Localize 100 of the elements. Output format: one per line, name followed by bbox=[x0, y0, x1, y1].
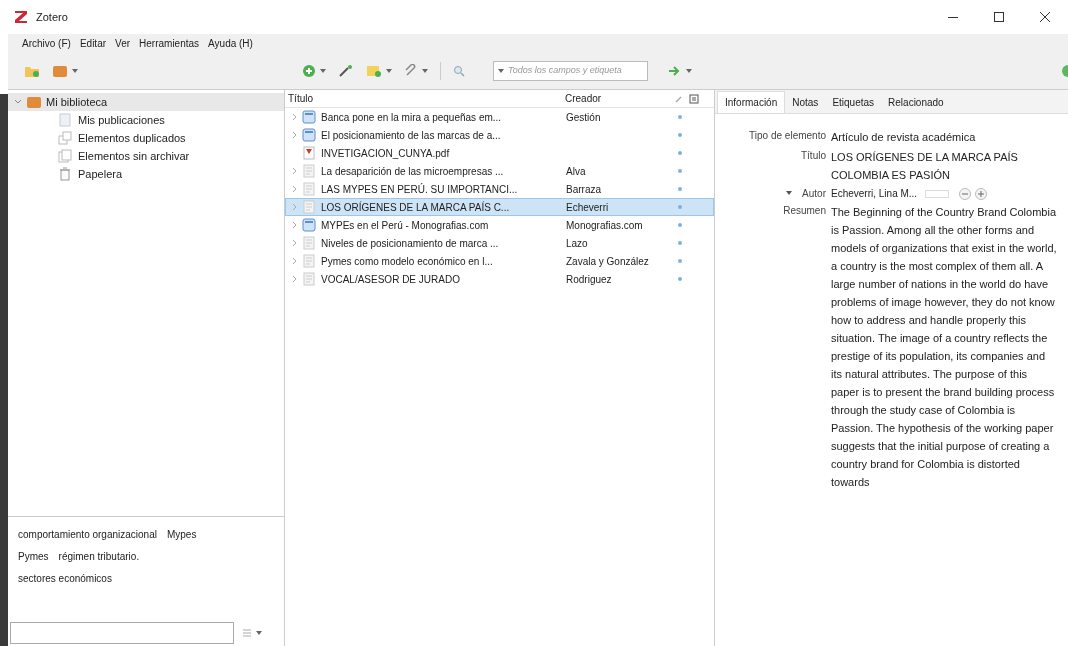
table-cell: Lazo bbox=[566, 237, 588, 249]
search-field[interactable]: Todos los campos y etiqueta bbox=[493, 60, 648, 81]
caret-icon bbox=[320, 68, 326, 73]
menu-item[interactable]: Ayuda (H) bbox=[208, 35, 253, 51]
input-field[interactable] bbox=[925, 189, 950, 198]
notes-column-icon[interactable] bbox=[689, 93, 699, 104]
minimize-icon[interactable] bbox=[948, 16, 958, 18]
webpage-icon bbox=[302, 218, 316, 232]
tree-item[interactable]: Mi biblioteca bbox=[8, 93, 284, 111]
tab[interactable]: Etiquetas bbox=[825, 91, 882, 113]
column-header[interactable]: Título bbox=[285, 91, 561, 106]
close-icon[interactable] bbox=[1040, 12, 1050, 22]
table-cell: Echeverri bbox=[566, 201, 609, 213]
document-icon bbox=[302, 164, 316, 178]
chevron-icon bbox=[14, 99, 22, 105]
table-cell-text: LAS MYPES EN PERÚ. SU IMPORTANCI... bbox=[321, 182, 518, 197]
document-icon bbox=[302, 254, 316, 268]
table-cell-text: Banca pone en la mira a pequeñas em... bbox=[321, 110, 502, 125]
tag-actions-button[interactable] bbox=[242, 628, 262, 638]
table-cell-text: La desaparición de las microempresas ... bbox=[321, 164, 504, 179]
library-icon bbox=[26, 95, 42, 109]
item-row[interactable]: Banca pone en la mira a pequeñas em... Gestión bbox=[285, 108, 714, 126]
caret-icon[interactable] bbox=[786, 191, 793, 195]
field-label: Tipo de elemento bbox=[749, 128, 826, 143]
field-value[interactable]: The Beginning of the Country Brand Colombia is Passion. Among all the other forms and models of organizations that exist in the world, a country is the most complex of them all. A large number of nations in the world do have problems of image however, they do not know how to address and handle properly this situation. The image of a country reflects the prestige of its population, its companies and its natural attributes. The purpose of this paper is to present the brand building process through the study case of Colombia is Passion. The hypothesis of the working paper suggests that the initial purpose of creating a country brand for Colombia is distorted towards bbox=[831, 203, 1057, 491]
chevron-icon[interactable] bbox=[291, 113, 297, 121]
menu-item[interactable]: Herramientas bbox=[139, 35, 200, 51]
tree-item[interactable]: Mis publicaciones bbox=[78, 111, 165, 129]
item-row[interactable]: LAS MYPES EN PERÚ. SU IMPORTANCI... Barraza bbox=[285, 180, 714, 198]
attachment-dot-icon bbox=[678, 115, 682, 119]
minus-icon[interactable] bbox=[959, 187, 972, 200]
table-cell: Monografias.com bbox=[566, 219, 643, 231]
tab[interactable]: Notas bbox=[785, 91, 826, 113]
webpage-icon bbox=[302, 110, 316, 124]
tag[interactable]: comportamiento organizacional bbox=[18, 527, 157, 542]
chevron-icon[interactable] bbox=[291, 275, 297, 283]
menu-item[interactable]: Editar bbox=[79, 35, 107, 51]
chevron-icon[interactable] bbox=[291, 185, 297, 193]
caret-icon bbox=[256, 631, 262, 635]
chevron-icon[interactable] bbox=[291, 203, 297, 211]
table-cell-text: LOS ORÍGENES DE LA MARCA PAÍS C... bbox=[321, 200, 510, 215]
attachment-column-icon[interactable] bbox=[674, 93, 684, 104]
maximize-icon[interactable] bbox=[994, 12, 1004, 22]
tab[interactable]: Información bbox=[717, 91, 786, 113]
plus-icon[interactable] bbox=[975, 187, 988, 200]
chevron-icon[interactable] bbox=[291, 167, 297, 175]
table-cell-text: Niveles de posicionamiento de marca ... bbox=[321, 236, 499, 251]
item-row[interactable]: El posicionamiento de las marcas de a... bbox=[285, 126, 714, 144]
table-cell-text: MYPEs en el Perú - Monografias.com bbox=[321, 218, 489, 233]
item-row[interactable]: MYPEs en el Perú - Monografias.com Monografias.com bbox=[285, 216, 714, 234]
library-menu-button[interactable] bbox=[52, 63, 78, 78]
duplicate-icon bbox=[58, 131, 72, 145]
search-icon[interactable] bbox=[453, 64, 465, 77]
tag[interactable]: régimen tributario. bbox=[58, 549, 140, 564]
item-row[interactable]: INVETIGACION_CUNYA.pdf bbox=[285, 144, 714, 162]
magic-wand-icon[interactable] bbox=[338, 63, 354, 78]
menu-item[interactable]: Archivo (F) bbox=[22, 35, 71, 51]
chevron-icon[interactable] bbox=[291, 239, 297, 247]
status-icon bbox=[1062, 64, 1068, 77]
attachment-dot-icon bbox=[678, 241, 682, 245]
attach-button[interactable] bbox=[404, 63, 428, 78]
sync-button[interactable] bbox=[668, 64, 692, 77]
attachment-dot-icon bbox=[678, 133, 682, 137]
trash-icon bbox=[58, 167, 72, 181]
new-note-button[interactable] bbox=[366, 63, 392, 78]
field-value[interactable]: Artículo de revista académica bbox=[831, 128, 1057, 146]
table-cell-text: INVETIGACION_CUNYA.pdf bbox=[321, 146, 450, 161]
tag-filter-field[interactable] bbox=[10, 622, 234, 644]
document-icon bbox=[302, 200, 316, 214]
menu-item[interactable]: Ver bbox=[115, 35, 131, 51]
chevron-icon[interactable] bbox=[291, 257, 297, 265]
item-row[interactable]: Pymes como modelo económico en l... Zavala y González bbox=[285, 252, 714, 270]
chevron-icon[interactable] bbox=[291, 131, 297, 139]
tree-item[interactable]: Papelera bbox=[78, 165, 123, 183]
copy-icon bbox=[58, 149, 72, 163]
tree-item[interactable]: Elementos duplicados bbox=[78, 129, 186, 147]
pdf-icon bbox=[302, 146, 316, 160]
document-icon bbox=[302, 236, 316, 250]
window-title: Zotero bbox=[36, 9, 68, 25]
field-value[interactable]: Echeverri, Lina M... bbox=[831, 186, 918, 201]
item-row[interactable]: Niveles de posicionamiento de marca ... Lazo bbox=[285, 234, 714, 252]
caret-icon bbox=[498, 68, 504, 73]
attachment-dot-icon bbox=[678, 223, 682, 227]
tag[interactable]: Mypes bbox=[166, 527, 197, 542]
tag[interactable]: Pymes bbox=[18, 549, 49, 564]
tag[interactable]: sectores económicos bbox=[18, 571, 112, 586]
field-value[interactable]: LOS ORÍGENES DE LA MARCA PAÍS COLOMBIA ES PASIÓN bbox=[831, 148, 1057, 184]
table-cell-text: Pymes como modelo económico en l... bbox=[321, 254, 493, 269]
item-row[interactable]: La desaparición de las microempresas ... Alva bbox=[285, 162, 714, 180]
tree-item[interactable]: Elementos sin archivar bbox=[78, 147, 190, 165]
column-header[interactable]: Creador bbox=[561, 91, 671, 106]
caret-icon bbox=[686, 68, 692, 73]
field-label: Resumen bbox=[783, 203, 826, 218]
attachment-dot-icon bbox=[678, 187, 682, 191]
item-row[interactable]: VOCAL/ASESOR DE JURADO Rodriguez bbox=[285, 270, 714, 288]
tab[interactable]: Relacionado bbox=[881, 91, 951, 113]
chevron-icon[interactable] bbox=[291, 221, 297, 229]
new-item-button[interactable] bbox=[302, 63, 326, 78]
webpage-icon bbox=[302, 128, 316, 142]
item-row[interactable]: LOS ORÍGENES DE LA MARCA PAÍS C... Echeverri bbox=[285, 198, 714, 216]
